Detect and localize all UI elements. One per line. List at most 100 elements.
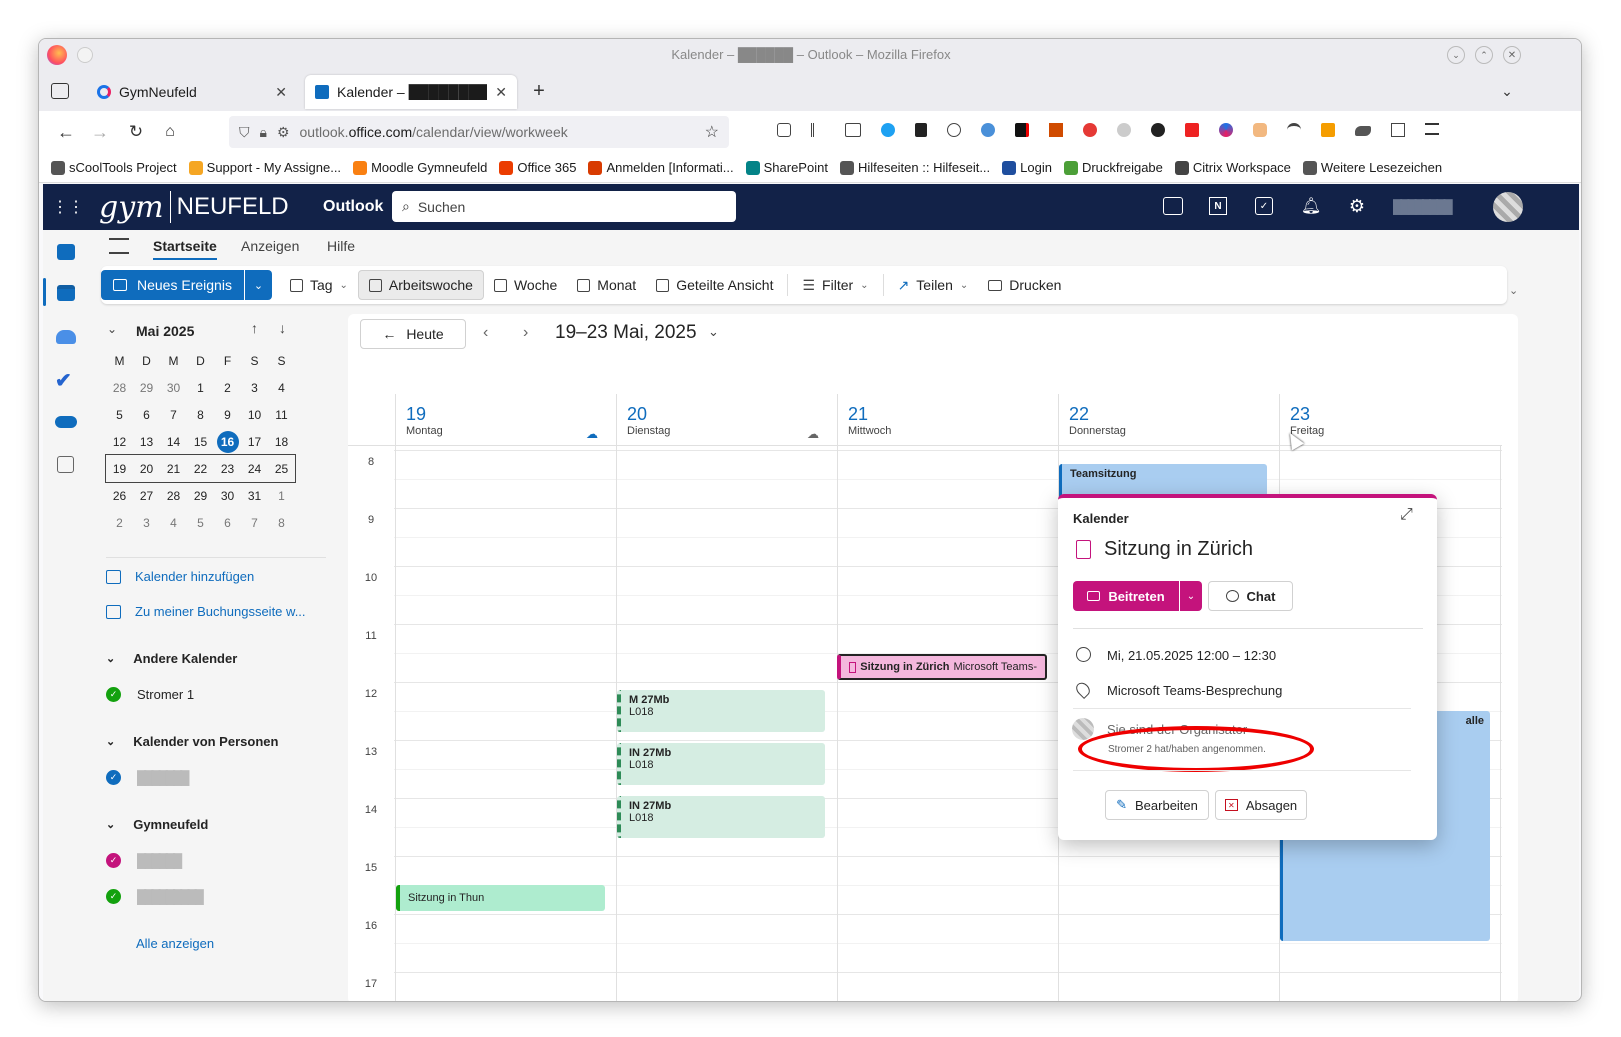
event-in27mb-1[interactable]: IN 27Mb L018 [617,743,825,785]
tab-kalender[interactable]: Kalender – ████████ ✕ [305,75,517,109]
bookmark-item[interactable]: Moodle Gymneufeld [353,160,487,175]
calendar-item-person[interactable]: ✓ ███████ [106,770,190,785]
bookmark-item[interactable]: Office 365 [499,160,576,175]
mini-cal-day[interactable]: 9 [214,401,241,428]
grey-extension-icon[interactable] [1117,123,1131,137]
view-week-button[interactable]: Woche [484,270,567,300]
mini-cal-day[interactable]: 30 [160,374,187,401]
bookmark-item[interactable]: Login [1002,160,1052,175]
meet-now-icon[interactable] [1163,197,1183,215]
settings-gear-icon[interactable]: ⚙︎ [1347,195,1367,217]
mini-cal-day[interactable]: 21 [160,455,187,482]
tab-hilfe[interactable]: Hilfe [327,238,355,254]
sync-extension-icon[interactable] [881,123,895,137]
mini-cal-day[interactable]: 15 [187,428,214,455]
check-circle-icon[interactable]: ✓ [106,770,121,785]
hand-extension-icon[interactable] [1253,123,1267,137]
mini-cal-day[interactable]: 28 [160,482,187,509]
mini-cal-day[interactable]: 8 [268,509,295,536]
split-view-button[interactable]: Geteilte Ansicht [646,270,783,300]
mini-cal-day[interactable]: 23 [214,455,241,482]
bookmark-item[interactable]: Weitere Lesezeichen [1302,160,1442,175]
mini-cal-day[interactable]: 5 [187,509,214,536]
forward-icon[interactable]: → [89,121,111,143]
view-month-button[interactable]: Monat [567,270,646,300]
day-header[interactable]: 21 Mittwoch [837,394,1058,446]
mini-cal-day[interactable]: 2 [214,374,241,401]
tab-anzeigen[interactable]: Anzeigen [241,238,299,254]
mini-cal-day[interactable]: 20 [133,455,160,482]
people-icon[interactable] [56,330,76,344]
next-week-icon[interactable]: › [523,324,528,342]
mini-cal-day[interactable]: 1 [268,482,295,509]
mini-cal-day[interactable]: 30 [214,482,241,509]
mini-cal-day[interactable]: 10 [241,401,268,428]
avatar[interactable] [1493,192,1523,222]
bookmark-star-icon[interactable]: ☆ [705,122,719,142]
day-header[interactable]: 23 Freitag [1279,394,1500,446]
mini-cal-day[interactable]: 29 [133,374,160,401]
c-extension-icon[interactable] [1219,123,1233,137]
mini-cal-day[interactable]: 31 [241,482,268,509]
check-circle-icon[interactable]: ✓ [106,687,121,702]
today-button[interactable]: ← Heute [360,319,466,349]
t-extension-icon[interactable] [1151,123,1165,137]
tab-gymneufeld[interactable]: GymNeufeld ✕ [87,75,297,109]
calendar-item-gym1[interactable]: ✓ ██████ [106,853,182,868]
mini-cal-day[interactable]: 24 [241,455,268,482]
bookmark-item[interactable]: Citrix Workspace [1174,160,1291,175]
mini-cal-day[interactable]: 22 [187,455,214,482]
add-calendar-link[interactable]: Kalender hinzufügen [106,569,254,584]
share-button[interactable]: ↗ Teilen ⌄ [888,270,979,300]
todo-check-icon[interactable]: ✔ [55,368,72,393]
view-day-button[interactable]: Tag ⌄ [280,270,358,300]
new-event-button[interactable]: Neues Ereignis [101,270,244,300]
home-icon[interactable]: ⌂ [159,121,181,143]
next-month-icon[interactable]: ↓ [279,320,286,336]
mini-cal-day[interactable]: 6 [133,401,160,428]
event-in27mb-2[interactable]: IN 27Mb L018 [617,796,825,838]
menu-icon[interactable] [1425,123,1439,135]
mini-cal-day[interactable]: 29 [187,482,214,509]
mini-cal-day[interactable]: 26 [106,482,133,509]
event-m27mb[interactable]: M 27Mb L018 [617,690,825,732]
day-header[interactable]: 19 Montag [395,394,616,446]
user-name[interactable]: ████████ [1393,199,1453,214]
number-extension-icon[interactable] [1321,123,1335,137]
filter-button[interactable]: ☰ Filter ⌄ [792,270,878,300]
adblock-icon[interactable] [1083,123,1097,137]
bookmark-item[interactable]: SharePoint [745,160,828,175]
gymneufeld-group[interactable]: ⌄ Gymneufeld [106,817,208,832]
mini-cal-title[interactable]: Mai 2025 [136,323,194,339]
mini-cal-day[interactable]: 19 [106,455,133,482]
window-maximize-button[interactable]: ⌃ [1475,46,1493,64]
mini-cal-day[interactable]: 6 [214,509,241,536]
chevron-down-icon[interactable]: ⌄ [708,324,719,340]
onedrive-icon[interactable] [55,416,77,428]
show-all-link[interactable]: Alle anzeigen [136,936,214,951]
permissions-icon[interactable]: ⚙︎ [277,124,290,141]
mini-cal-day[interactable]: 2 [106,509,133,536]
day-header[interactable]: 20 Dienstag [616,394,837,446]
arc-extension-icon[interactable] [1287,123,1301,137]
check-circle-icon[interactable]: ✓ [106,889,121,904]
check-circle-icon[interactable]: ✓ [106,853,121,868]
more-apps-icon[interactable] [57,456,74,473]
sidebar-icon[interactable] [845,123,861,137]
expand-icon[interactable]: ⤢ [1400,506,1413,524]
print-button[interactable]: Drucken [978,270,1071,300]
date-range[interactable]: 19–23 Mai, 2025 [555,322,697,344]
mini-cal-day[interactable]: 4 [268,374,295,401]
bookmark-item[interactable]: Anmelden [Informati... [588,160,734,175]
new-event-dropdown[interactable]: ⌄ [243,270,272,300]
mini-cal-day[interactable]: 7 [160,401,187,428]
shield-icon[interactable]: ⛉ [239,124,250,141]
close-tab-icon[interactable]: ✕ [495,84,507,101]
onenote-icon[interactable]: N [1209,197,1227,215]
join-button[interactable]: Beitreten [1073,581,1179,611]
mini-cal-day[interactable]: 14 [160,428,187,455]
join-dropdown[interactable]: ⌄ [1180,581,1202,611]
decline-button[interactable]: ✕ Absagen [1215,790,1307,820]
calendar-icon[interactable] [57,285,75,301]
event-sitzung-thun[interactable]: Sitzung in Thun [396,885,605,911]
